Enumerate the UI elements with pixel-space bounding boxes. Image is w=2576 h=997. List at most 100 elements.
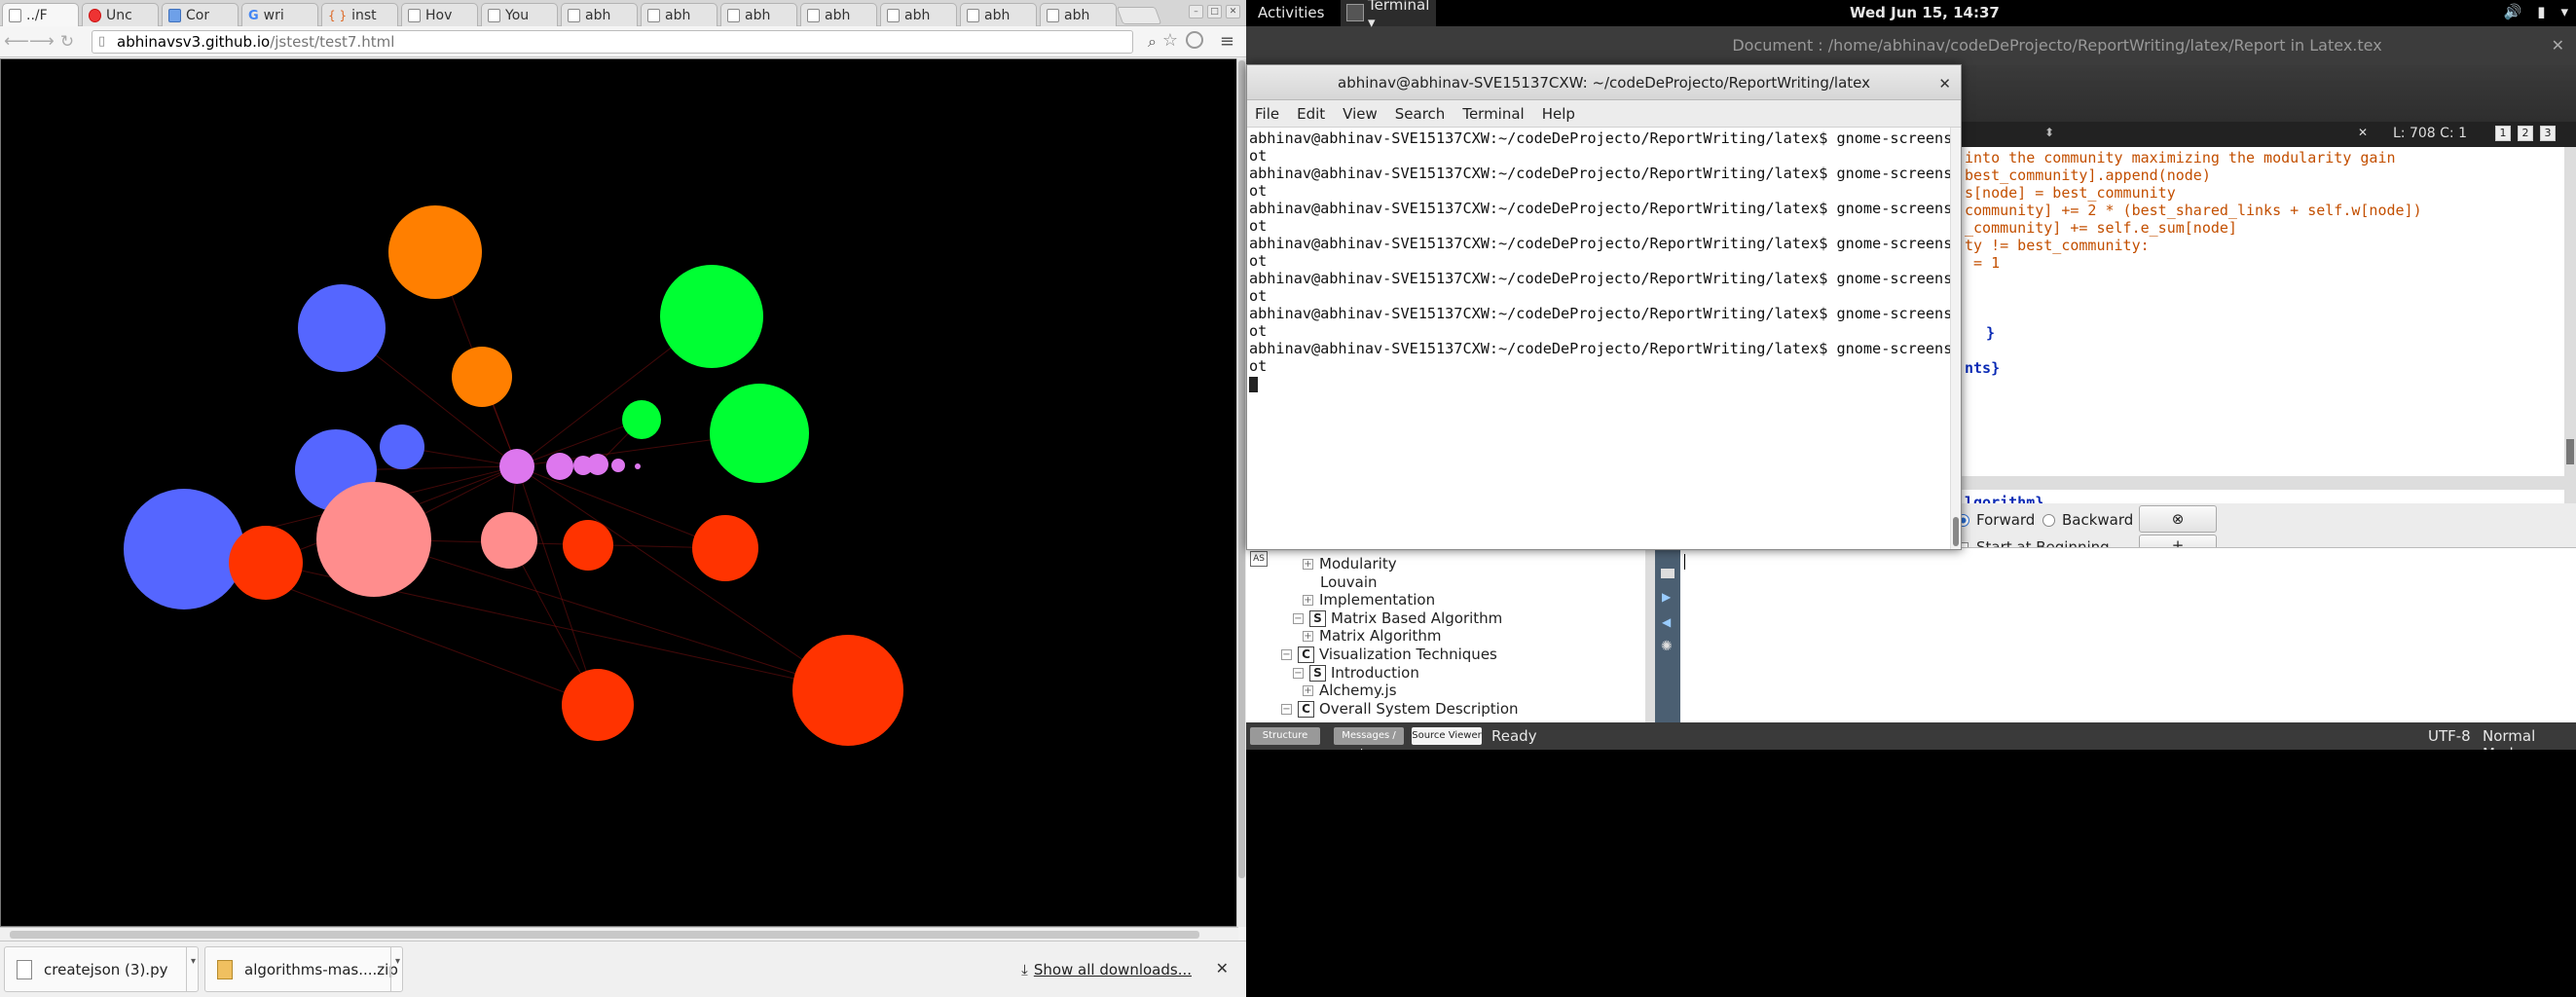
close-icon[interactable]: ✕ — [1216, 959, 1229, 978]
menu-edit[interactable]: Edit — [1297, 105, 1325, 123]
maximize-icon[interactable]: □ — [1207, 5, 1222, 18]
close-icon[interactable]: ✕ — [1226, 5, 1240, 18]
browser-tab[interactable]: Gwri — [241, 3, 318, 26]
expand-icon[interactable]: + — [1303, 559, 1313, 570]
graph-node[interactable] — [563, 520, 613, 571]
community-graph[interactable] — [1, 59, 1237, 926]
close-icon[interactable]: ✕ — [2358, 126, 2368, 139]
extension-icon[interactable] — [1186, 31, 1203, 49]
collapse-icon[interactable]: − — [1281, 649, 1292, 660]
menu-terminal[interactable]: Terminal — [1462, 105, 1524, 123]
reload-icon[interactable]: ↻ — [56, 32, 78, 52]
menu-view[interactable]: View — [1343, 105, 1378, 123]
tree-item[interactable]: + Matrix Algorithm — [1303, 627, 1441, 645]
forward-icon[interactable]: ⟶ — [29, 32, 55, 52]
browser-tab[interactable]: { } inst — [321, 3, 398, 26]
view-2-button[interactable]: 2 — [2518, 126, 2533, 141]
search-icon[interactable]: ⌕ — [1148, 32, 1157, 52]
graph-node[interactable] — [499, 449, 534, 484]
browser-tab[interactable]: abh — [960, 3, 1037, 26]
structure-tree[interactable]: + Modularity Louvain + Implementation − S Matri… — [1246, 547, 1645, 722]
tree-scrollbar[interactable] — [1645, 547, 1655, 722]
tree-item[interactable]: − S Introduction — [1293, 664, 1419, 682]
structure-tab[interactable]: Structure — [1250, 727, 1320, 745]
browser-tab[interactable]: abh — [561, 3, 638, 26]
tree-item[interactable]: + Alchemy.js — [1303, 682, 1397, 699]
graph-node[interactable] — [587, 454, 608, 475]
graph-node[interactable] — [388, 205, 482, 299]
browser-tab[interactable]: Hov — [401, 3, 478, 26]
expand-icon[interactable]: + — [1303, 685, 1313, 697]
close-icon[interactable]: ✕ — [2552, 36, 2564, 55]
chevron-down-icon[interactable]: ▾ — [186, 947, 200, 991]
menu-search[interactable]: Search — [1395, 105, 1446, 123]
graph-node[interactable] — [622, 400, 661, 439]
collapse-icon[interactable]: − — [1281, 703, 1292, 715]
close-find-button[interactable]: ⊗ — [2139, 505, 2217, 533]
tree-item[interactable]: Louvain — [1320, 573, 1378, 591]
browser-tab[interactable]: Cor — [162, 3, 239, 26]
graph-node[interactable] — [452, 347, 512, 407]
menu-icon[interactable]: ≡ — [1220, 31, 1234, 52]
terminal-output[interactable]: abhinav@abhinav-SVE15137CXW:~/codeDeProj… — [1247, 128, 1950, 549]
tree-item[interactable]: − C Visualization Techniques — [1281, 646, 1497, 663]
minimize-icon[interactable]: – — [1189, 5, 1203, 18]
graph-node[interactable] — [124, 489, 244, 609]
download-item[interactable]: createjson (3).py ▾ — [4, 946, 199, 992]
close-icon[interactable]: ✕ — [1938, 75, 1951, 92]
tree-item[interactable]: + Implementation — [1303, 591, 1435, 609]
address-bar[interactable]: ▯ abhinavsv3.github.io/jstest/test7.html — [92, 30, 1133, 54]
previous-icon[interactable]: ◀ — [1662, 615, 1671, 629]
browser-tab[interactable]: abh — [720, 3, 797, 26]
code-editor[interactable]: into the community maximizing the modula… — [1957, 147, 2576, 556]
browser-tab[interactable]: abh — [800, 3, 877, 26]
next-icon[interactable]: ▶ — [1662, 590, 1671, 604]
graph-node[interactable] — [546, 453, 573, 480]
source-viewer-tab[interactable]: Source Viewer — [1412, 727, 1482, 745]
log-panel[interactable] — [1680, 547, 2576, 722]
graph-node[interactable] — [792, 635, 903, 746]
graph-node[interactable] — [380, 425, 424, 469]
backward-radio[interactable] — [2042, 514, 2055, 527]
messages-tab[interactable]: Messages / Log — [1334, 727, 1404, 758]
chevron-down-icon[interactable]: ▾ — [390, 947, 404, 991]
bookmark-star-icon[interactable]: ☆ — [1162, 30, 1178, 51]
log-icon[interactable] — [1661, 569, 1674, 578]
menu-help[interactable]: Help — [1542, 105, 1575, 123]
tree-item[interactable]: − C Overall System Description — [1281, 700, 1519, 718]
tree-item[interactable]: + Modularity — [1303, 555, 1397, 572]
view-1-button[interactable]: 1 — [2495, 126, 2511, 141]
download-item[interactable]: algorithms-mas....zip ▾ — [204, 946, 403, 992]
graph-node[interactable] — [562, 669, 634, 741]
new-tab-button[interactable] — [1116, 7, 1162, 24]
browser-tab[interactable]: Unc — [82, 3, 159, 26]
graph-node[interactable] — [710, 384, 809, 483]
structure-icon[interactable]: AS — [1250, 551, 1268, 567]
clock[interactable]: Wed Jun 15, 14:37 — [1850, 4, 2000, 21]
graph-node[interactable] — [229, 526, 303, 600]
graph-node[interactable] — [692, 515, 758, 581]
browser-tab[interactable]: abh — [1040, 3, 1117, 26]
graph-node[interactable] — [316, 482, 431, 597]
browser-tab[interactable]: abh — [880, 3, 957, 26]
graph-node[interactable] — [481, 512, 537, 569]
browser-tab[interactable]: abh — [641, 3, 718, 26]
graph-node[interactable] — [660, 265, 763, 368]
browser-tab[interactable]: You — [481, 3, 558, 26]
graph-node[interactable] — [635, 463, 641, 469]
expand-icon[interactable]: + — [1303, 595, 1313, 607]
vertical-scrollbar[interactable] — [1236, 58, 1246, 927]
settings-icon[interactable]: ✺ — [1661, 639, 1673, 654]
activities-button[interactable]: Activities — [1258, 4, 1324, 21]
dropdown-icon[interactable]: ⬍ — [2044, 126, 2054, 139]
browser-tab[interactable]: ../F — [2, 3, 79, 26]
system-tray[interactable]: 🔊 ▮ ▾ — [2504, 3, 2568, 20]
show-all-downloads-link[interactable]: ⤓ Show all downloads... — [1021, 961, 1192, 979]
graph-node[interactable] — [611, 459, 625, 472]
horizontal-scrollbar[interactable] — [0, 927, 1238, 941]
terminal-scrollbar[interactable] — [1950, 128, 1961, 549]
tree-item[interactable]: − S Matrix Based Algorithm — [1293, 609, 1502, 627]
back-icon[interactable]: ⟵ — [4, 32, 29, 52]
app-menu[interactable]: Terminal ▾ — [1341, 0, 1436, 31]
collapse-icon[interactable]: − — [1293, 612, 1304, 624]
